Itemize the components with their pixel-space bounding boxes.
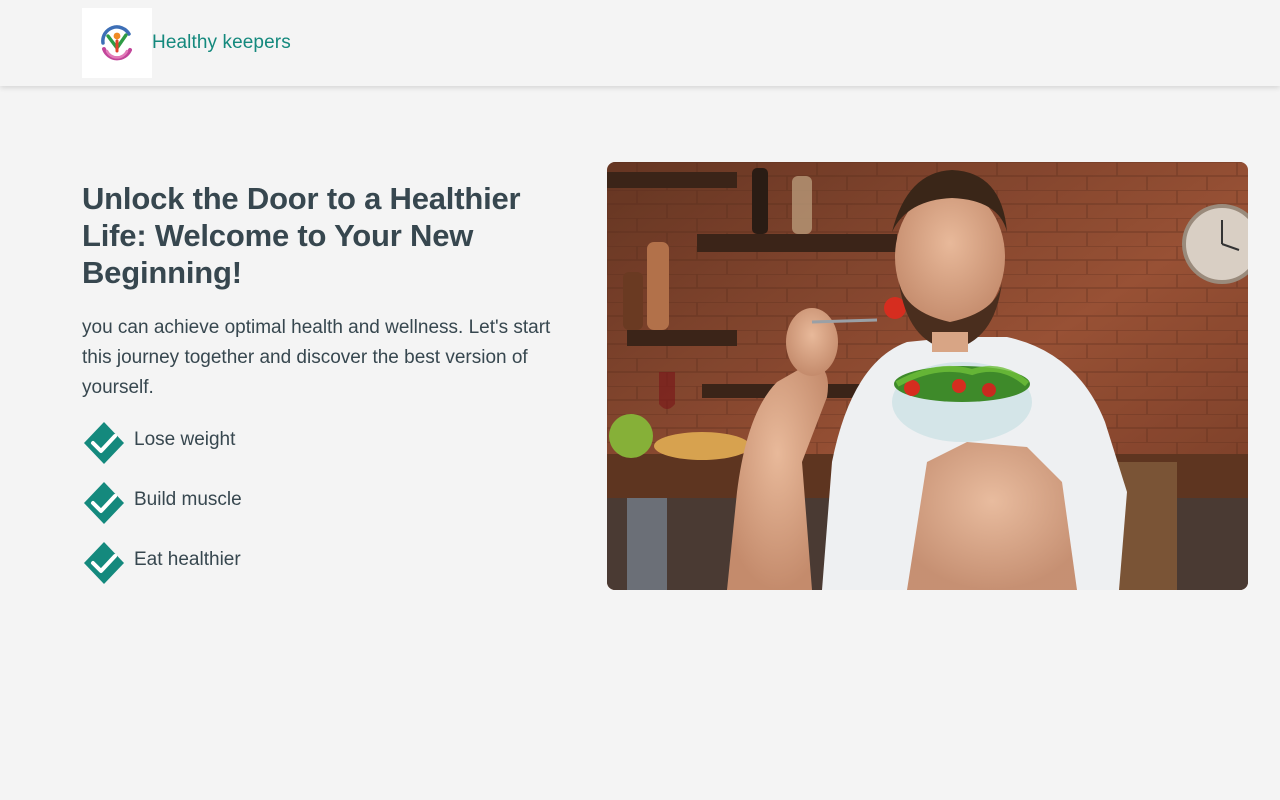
hero-description: you can achieve optimal health and welln…	[82, 317, 551, 398]
check-diamond-icon	[84, 422, 124, 464]
benefit-item: Build muscle	[82, 480, 242, 540]
site-header: Healthy keepers	[0, 0, 1280, 86]
man-eating-salad-photo	[607, 162, 1248, 590]
benefit-label: Build muscle	[134, 489, 242, 510]
logo	[82, 8, 152, 78]
benefit-item: Lose weight	[82, 420, 242, 480]
check-diamond-icon	[84, 482, 124, 524]
benefits-list: Lose weight Build muscle Eat healthier	[82, 420, 242, 600]
hero-title: Unlock the Door to a Healthier Life: Wel…	[82, 181, 521, 290]
benefit-label: Eat healthier	[134, 549, 241, 570]
brand-name: Healthy keepers	[152, 32, 291, 53]
home-logo-link[interactable]: Healthy keepers	[82, 8, 291, 78]
benefit-label: Lose weight	[134, 429, 236, 450]
check-diamond-icon	[84, 542, 124, 584]
wellness-person-logo-icon	[101, 25, 132, 61]
benefit-item: Eat healthier	[82, 540, 242, 600]
